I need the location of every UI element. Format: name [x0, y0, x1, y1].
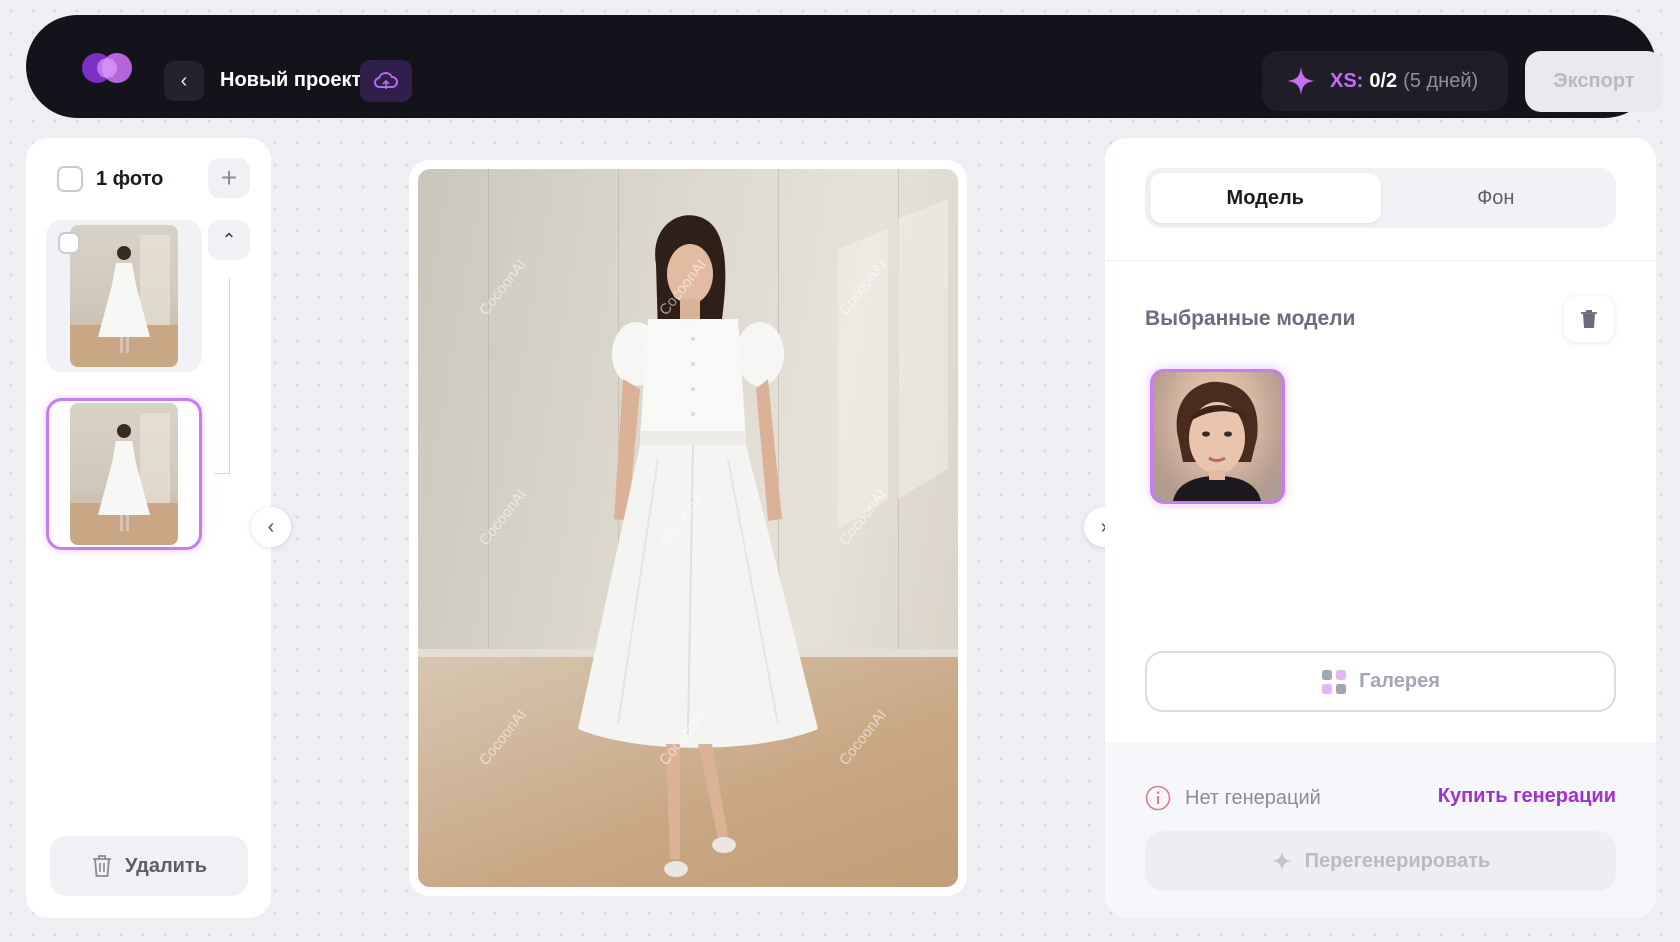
- model-portrait: [1173, 381, 1261, 501]
- gallery-label: Галерея: [1359, 670, 1440, 692]
- main-photo: CocoonAI CocoonAI CocoonAI CocoonAI Coco…: [418, 169, 958, 887]
- photo-canvas: CocoonAI CocoonAI CocoonAI CocoonAI Coco…: [409, 160, 967, 896]
- sparkle-icon: [1286, 66, 1316, 96]
- project-title[interactable]: Новый проект: [220, 69, 361, 92]
- tabs-area: Модель Фон: [1105, 138, 1656, 261]
- trash-icon: [1581, 310, 1597, 328]
- credits-count: 0/2: [1369, 69, 1398, 92]
- photo-thumbnail-image: [70, 225, 178, 367]
- prev-photo-button[interactable]: ‹: [251, 507, 291, 547]
- version-tree-elbow: [214, 473, 230, 474]
- settings-panel: Модель Фон Выбранные модели Галерея Нет …: [1105, 138, 1656, 918]
- grid-icon: [1322, 669, 1347, 694]
- credits-tier: XS:: [1330, 69, 1364, 92]
- export-button[interactable]: Экспорт: [1525, 51, 1663, 112]
- model-card[interactable]: [1150, 369, 1285, 504]
- collapse-button[interactable]: ⌃: [208, 220, 250, 260]
- selected-models-title: Выбранные модели: [1145, 307, 1356, 330]
- version-tree-line: [229, 278, 230, 474]
- generation-footer: Нет генераций Купить генерации Перегенер…: [1105, 743, 1656, 918]
- sparkle-icon: [1271, 851, 1292, 871]
- regenerate-label: Перегенерировать: [1304, 849, 1491, 872]
- no-generations-text: Нет генераций: [1185, 786, 1321, 809]
- delete-label: Удалить: [124, 854, 208, 877]
- select-all-checkbox[interactable]: [57, 166, 83, 192]
- buy-generations-link[interactable]: Купить генерации: [1438, 785, 1616, 808]
- cloud-icon: [373, 72, 398, 89]
- tab-background[interactable]: Фон: [1381, 173, 1612, 223]
- chevron-left-icon: ‹: [267, 515, 275, 538]
- delete-button[interactable]: Удалить: [50, 836, 248, 896]
- chevron-left-icon: ‹: [180, 69, 188, 92]
- photos-panel: 1 фото + ⌃ Удалить: [26, 138, 271, 918]
- credits-badge[interactable]: XS: 0/2 (5 дней): [1262, 51, 1508, 111]
- trash-icon: [92, 855, 111, 877]
- info-icon: [1145, 785, 1171, 811]
- photo-count: 1 фото: [96, 168, 164, 190]
- cloud-save-button[interactable]: [360, 60, 412, 102]
- photo-thumbnail-selected[interactable]: [46, 398, 202, 550]
- tab-model[interactable]: Модель: [1150, 173, 1381, 223]
- logo-icon: [82, 53, 132, 83]
- photo-thumbnail-image: [70, 403, 178, 545]
- credits-days: (5 дней): [1403, 69, 1479, 92]
- generation-status: Нет генераций: [1145, 785, 1321, 811]
- add-photo-button[interactable]: +: [208, 158, 250, 198]
- photo-checkbox[interactable]: [58, 232, 80, 254]
- clear-models-button[interactable]: [1564, 296, 1614, 342]
- back-button[interactable]: ‹: [164, 61, 204, 101]
- plus-icon: +: [220, 162, 238, 193]
- regenerate-button[interactable]: Перегенерировать: [1145, 831, 1616, 891]
- top-bar: ‹ Новый проект XS: 0/2 (5 дней) Экспорт: [26, 15, 1663, 118]
- mode-tabs: Модель Фон: [1145, 168, 1616, 228]
- chevron-up-icon: ⌃: [221, 229, 237, 250]
- gallery-button[interactable]: Галерея: [1145, 651, 1616, 712]
- photo-thumbnail[interactable]: [46, 220, 202, 372]
